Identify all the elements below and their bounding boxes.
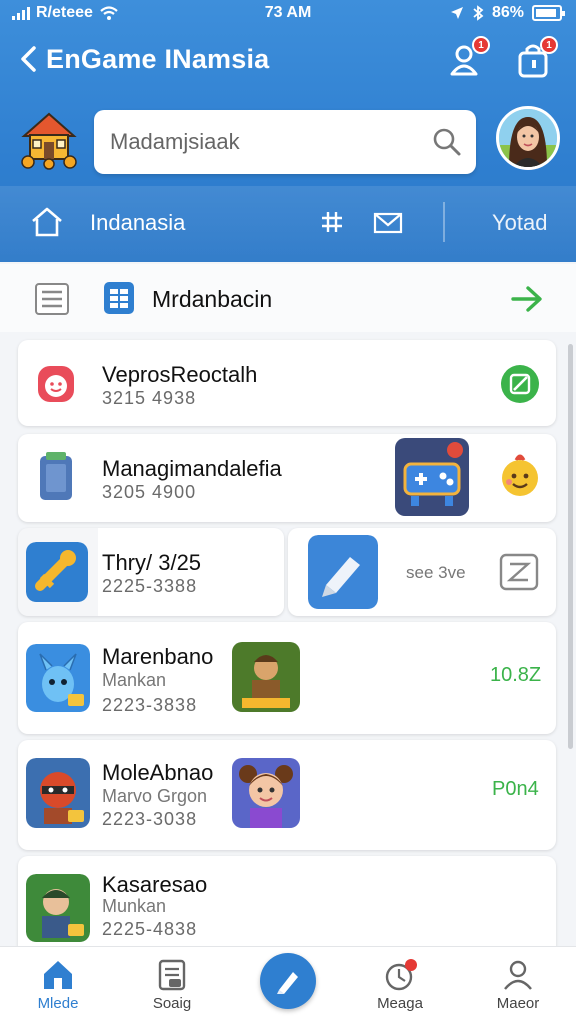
item-title: Marenbano — [102, 644, 214, 669]
compose-fab[interactable] — [260, 953, 316, 1009]
mail-icon[interactable] — [372, 208, 404, 236]
document-icon — [158, 959, 186, 991]
item-title: Thry/ 3/25 — [102, 550, 202, 575]
notification-icon — [385, 959, 417, 991]
location-icon — [450, 7, 463, 19]
item-number: 3205 4900 — [102, 482, 197, 502]
item-subtitle: Mankan — [102, 670, 167, 690]
search-row — [0, 104, 576, 184]
home-icon — [44, 961, 72, 989]
cart-badge: 1 — [540, 36, 558, 54]
list-item-detail[interactable]: see 3ve — [288, 528, 556, 616]
list-item[interactable]: Managimandalefia 3205 4900 — [18, 434, 556, 522]
bottom-nav: Mlede Soaig Meaga Maeor — [0, 946, 576, 1024]
user-portrait-icon — [499, 109, 557, 167]
section-header: Mrdanbacin — [0, 264, 576, 332]
list-item[interactable]: VeprosReoctalh 3215 4938 — [18, 340, 556, 426]
cart-button[interactable]: 1 — [514, 36, 558, 80]
smiley-face-icon — [38, 366, 74, 402]
list-icon[interactable] — [34, 282, 70, 316]
home-icon[interactable] — [30, 206, 64, 238]
list-item[interactable]: Marenbano Mankan 2223-3838 10.8Z — [18, 622, 556, 734]
contacts-button[interactable]: 1 — [446, 36, 490, 80]
bluetooth-icon — [473, 5, 484, 21]
game-icon — [26, 644, 90, 712]
scrollbar[interactable] — [568, 344, 573, 749]
nav-profile[interactable]: Maeor — [470, 947, 566, 1024]
search-icon[interactable] — [432, 127, 462, 157]
app-header: R/eteee 73 AM 86% EnGame INamsia 1 1 Mad… — [0, 0, 576, 262]
nav-documents[interactable]: Soaig — [124, 947, 220, 1024]
item-number: 2225-4838 — [102, 919, 198, 939]
expand-icon[interactable] — [498, 552, 540, 592]
nav-documents-label: Soaig — [152, 995, 192, 1012]
item-value: P0n4 — [492, 778, 539, 800]
game-thumbnail[interactable] — [232, 642, 300, 712]
warrior-thumbnail-icon — [232, 642, 300, 712]
item-title: VeprosReoctalh — [102, 362, 258, 387]
item-title: Managimandalefia — [102, 456, 282, 481]
battery-percent: 86% — [491, 4, 524, 21]
gamepad-thumbnail-icon — [395, 438, 469, 516]
status-bar: R/eteee 73 AM 86% — [0, 0, 576, 30]
back-icon[interactable] — [14, 42, 42, 76]
search-box[interactable] — [94, 110, 476, 174]
tab-bar: Indanasia Yotad — [0, 186, 576, 262]
item-value: 10.8Z — [490, 664, 542, 686]
item-title: MoleAbnao — [102, 760, 214, 785]
list-item[interactable]: MoleAbnao Marvo Grgon 2223-3038 P0n4 — [18, 740, 556, 850]
key-app-icon — [26, 542, 88, 602]
game-icon — [26, 874, 90, 942]
avatar[interactable] — [496, 106, 560, 170]
compose-tile[interactable] — [308, 535, 378, 609]
list-item[interactable]: Thry/ 3/25 2225-3388 — [18, 528, 284, 616]
item-subtitle: Munkan — [102, 896, 167, 916]
knight-game-icon — [26, 874, 90, 942]
grid-icon[interactable] — [102, 280, 136, 316]
girl-character-thumbnail-icon — [232, 758, 300, 828]
item-number: 3215 4938 — [102, 388, 197, 408]
item-extra: see 3ve — [406, 563, 466, 582]
app-icon — [26, 542, 88, 602]
item-title: Kasaresao — [102, 872, 208, 897]
nav-home[interactable]: Mlede — [10, 947, 106, 1024]
nav-profile-label: Maeor — [496, 995, 540, 1012]
compose-icon — [277, 972, 298, 994]
game-icon — [26, 758, 90, 828]
game-thumbnail[interactable] — [232, 758, 300, 828]
device-icon — [40, 452, 72, 500]
nav-bar: EnGame INamsia 1 1 — [0, 36, 576, 82]
ninja-game-icon — [26, 758, 90, 828]
list-item[interactable]: Kasaresao Munkan 2225-4838 — [18, 856, 556, 952]
item-number: 2225-3388 — [102, 576, 198, 596]
search-input[interactable] — [110, 110, 410, 174]
filter-icon[interactable] — [318, 208, 346, 236]
nav-notifications-label: Meaga — [377, 995, 423, 1012]
section-title: Mrdanbacin — [152, 286, 273, 312]
nav-notifications[interactable]: Meaga — [352, 947, 448, 1024]
notification-badge: 1 — [472, 36, 490, 54]
battery-icon — [532, 5, 565, 21]
tab-total-label[interactable]: Yotad — [492, 210, 547, 236]
house-logo-icon[interactable] — [18, 108, 80, 170]
item-number: 2223-3038 — [102, 809, 198, 829]
game-thumbnail[interactable] — [395, 438, 469, 516]
nav-home-label: Mlede — [37, 995, 79, 1012]
creature-game-icon — [26, 644, 90, 712]
profile-icon — [504, 960, 532, 990]
tab-divider — [443, 202, 445, 242]
tab-active-label[interactable]: Indanasia — [90, 210, 185, 236]
item-number: 2223-3838 — [102, 695, 198, 715]
emoji-face-icon[interactable] — [496, 452, 544, 500]
item-subtitle: Marvo Grgon — [102, 786, 208, 806]
arrow-right-icon[interactable] — [510, 284, 544, 314]
edit-icon[interactable] — [500, 364, 540, 404]
page-title: EnGame INamsia — [46, 44, 270, 74]
pen-tile-icon — [308, 535, 378, 609]
